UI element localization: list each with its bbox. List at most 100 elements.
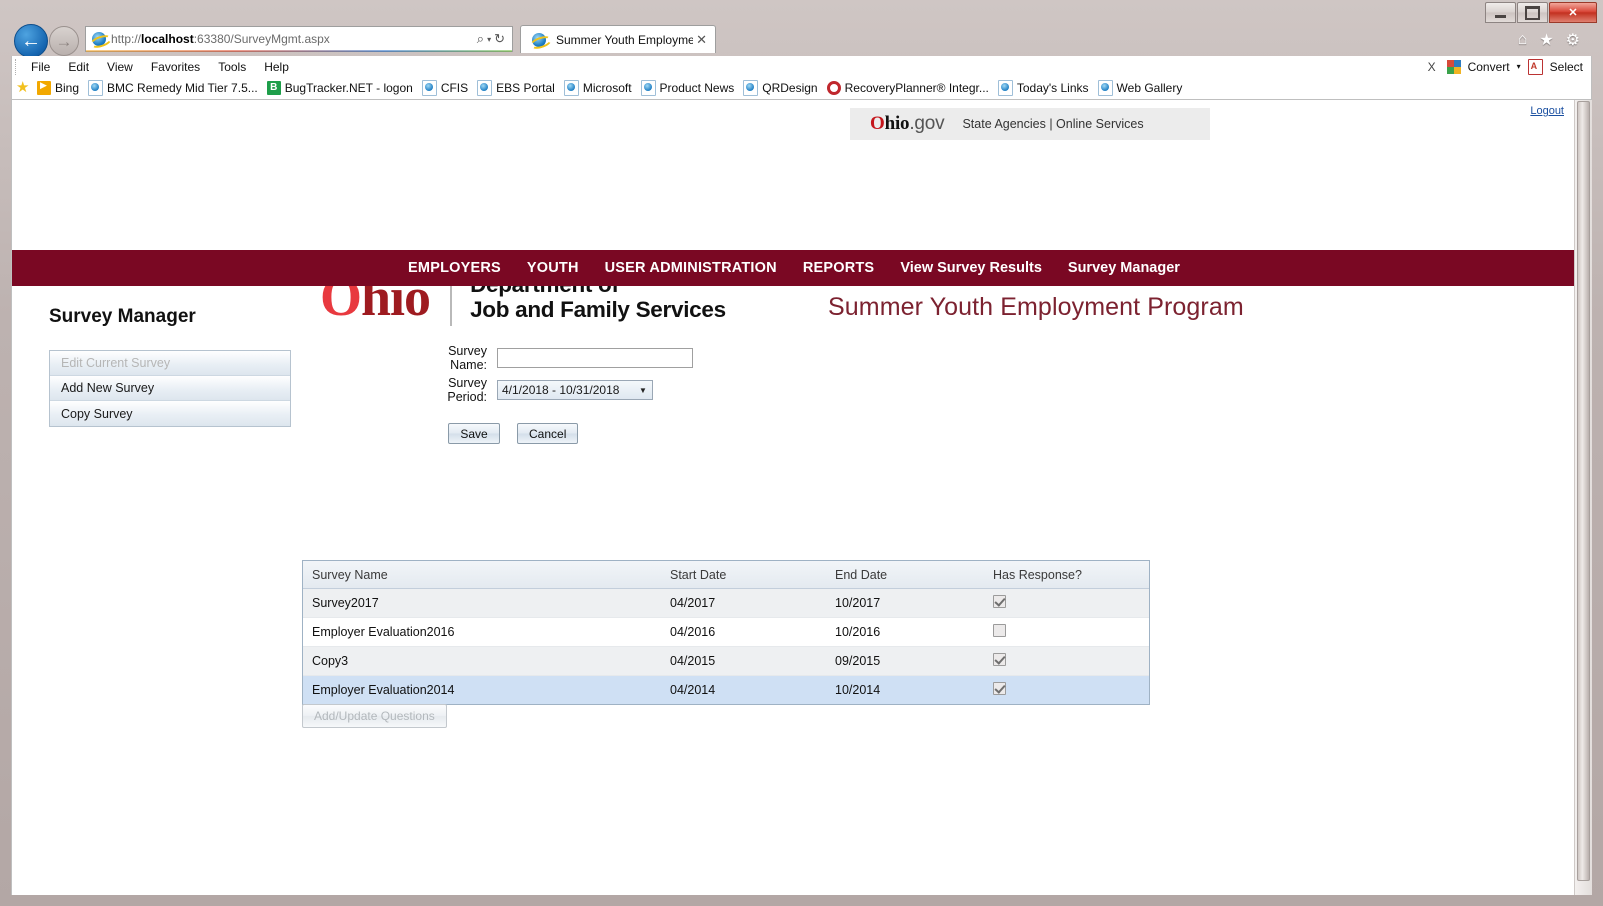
scrollbar-thumb[interactable]	[1577, 101, 1590, 881]
convert-icon	[1446, 59, 1461, 74]
favorite-microsoft[interactable]: Microsoft	[563, 80, 632, 96]
favorites-star-icon[interactable]: ★	[1539, 30, 1553, 50]
close-button[interactable]: ✕	[1549, 2, 1597, 23]
column-header-end-date[interactable]: End Date	[826, 561, 984, 589]
chevron-down-icon[interactable]: ▾	[487, 35, 491, 44]
menu-edit[interactable]: Edit	[59, 58, 98, 76]
sidebar-item-label: Copy Survey	[61, 406, 133, 421]
table-row[interactable]: Employer Evaluation2014 04/2014 10/2014	[303, 675, 1149, 704]
sidebar-item-add-new-survey[interactable]: Add New Survey	[50, 376, 290, 401]
survey-period-value: 4/1/2018 - 10/31/2018	[502, 383, 620, 397]
page-progress-underline	[86, 50, 512, 52]
save-button[interactable]: Save	[448, 423, 500, 444]
page-vertical-scrollbar[interactable]	[1574, 100, 1592, 895]
favorites-bar: ★ Bing BMC Remedy Mid Tier 7.5... B BugT…	[11, 77, 1592, 100]
cell-has-response	[984, 646, 1149, 676]
favorite-bing[interactable]: Bing	[37, 80, 79, 95]
favorite-bmc-remedy[interactable]: BMC Remedy Mid Tier 7.5...	[88, 80, 258, 96]
addon-close-icon[interactable]: X	[1424, 60, 1440, 74]
cell-start-date: 04/2016	[661, 617, 826, 647]
favorite-bugtracker[interactable]: B BugTracker.NET - logon	[266, 81, 413, 95]
favorite-cfis[interactable]: CFIS	[421, 80, 468, 96]
menu-grip	[15, 58, 22, 75]
tab-close-icon[interactable]: ✕	[693, 32, 710, 48]
add-update-questions-button: Add/Update Questions	[302, 704, 447, 728]
nav-employers[interactable]: EMPLOYERS	[395, 260, 514, 276]
has-response-checkbox	[993, 653, 1006, 666]
state-agencies-links[interactable]: State Agencies | Online Services	[962, 117, 1143, 131]
tab-favicon-icon	[532, 32, 546, 47]
column-header-has-response[interactable]: Has Response?	[984, 561, 1149, 589]
nav-user-administration[interactable]: USER ADMINISTRATION	[592, 260, 790, 276]
nav-survey-manager[interactable]: Survey Manager	[1055, 260, 1193, 276]
sidebar-item-label: Edit Current Survey	[61, 356, 171, 370]
favorite-product-news[interactable]: Product News	[640, 80, 734, 96]
recoveryplanner-icon	[826, 81, 841, 95]
page-title: Survey Manager	[49, 306, 196, 327]
nav-reports[interactable]: REPORTS	[790, 260, 888, 276]
survey-period-select[interactable]: 4/1/2018 - 10/31/2018 ▼	[497, 380, 653, 400]
convert-chevron-down-icon[interactable]: ▾	[1517, 62, 1521, 71]
favorite-qrdesign[interactable]: QRDesign	[743, 80, 818, 96]
bugtracker-icon: B	[266, 81, 281, 95]
chevron-down-icon[interactable]: ▼	[634, 381, 652, 399]
select-button[interactable]: Select	[1550, 60, 1583, 74]
minimize-button[interactable]	[1485, 2, 1516, 23]
menu-favorites[interactable]: Favorites	[142, 58, 209, 76]
cancel-button[interactable]: Cancel	[517, 423, 579, 444]
cell-start-date: 04/2017	[661, 588, 826, 618]
favorite-web-gallery[interactable]: Web Gallery	[1097, 80, 1182, 96]
ohio-gov-logo-o: O	[870, 113, 885, 134]
refresh-icon[interactable]: ↻	[494, 31, 505, 47]
favorite-todays-links[interactable]: Today's Links	[997, 80, 1089, 96]
survey-name-row: Survey Name:	[411, 344, 693, 372]
browser-command-icons: ⌂ ★ ⚙	[1518, 30, 1580, 50]
address-text: http://localhost:63380/SurveyMgmt.aspx	[111, 32, 330, 46]
address-bar[interactable]: http://localhost:63380/SurveyMgmt.aspx ⌕…	[85, 26, 513, 52]
table-row[interactable]: Survey2017 04/2017 10/2017	[303, 588, 1149, 618]
survey-period-row: Survey Period: 4/1/2018 - 10/31/2018 ▼	[411, 376, 693, 404]
menu-help[interactable]: Help	[255, 58, 298, 76]
window-controls: ✕	[1484, 2, 1597, 23]
survey-form: Survey Name: Survey Period: 4/1/2018 - 1…	[411, 344, 693, 444]
home-icon[interactable]: ⌂	[1518, 31, 1528, 49]
cell-start-date: 04/2015	[661, 646, 826, 676]
maximize-button[interactable]	[1517, 2, 1548, 23]
ohio-gov-logo[interactable]: Ohio.gov	[870, 113, 945, 135]
ie-page-icon	[477, 80, 493, 96]
nav-youth[interactable]: YOUTH	[514, 260, 592, 276]
cell-has-response	[984, 617, 1149, 647]
cell-survey-name: Survey2017	[303, 588, 661, 618]
forward-arrow-icon[interactable]: →	[49, 26, 79, 56]
cell-end-date: 10/2017	[826, 588, 984, 618]
menu-file[interactable]: File	[22, 58, 59, 76]
column-header-start-date[interactable]: Start Date	[661, 561, 826, 589]
table-row[interactable]: Copy3 04/2015 09/2015	[303, 646, 1149, 676]
logout-link[interactable]: Logout	[1530, 105, 1564, 117]
convert-button[interactable]: Convert	[1468, 60, 1510, 74]
favorite-recoveryplanner[interactable]: RecoveryPlanner® Integr...	[826, 81, 989, 95]
menu-view[interactable]: View	[98, 58, 142, 76]
browser-tab[interactable]: Summer Youth Employme... ✕	[520, 25, 716, 53]
back-arrow-icon[interactable]: ←	[14, 24, 48, 58]
favorite-ebs-portal[interactable]: EBS Portal	[477, 80, 555, 96]
add-to-favorites-icon[interactable]: ★	[16, 80, 31, 95]
ie-page-icon	[421, 80, 437, 96]
ie-page-icon	[640, 80, 656, 96]
favorite-label: BugTracker.NET - logon	[284, 81, 413, 95]
column-header-survey-name[interactable]: Survey Name	[303, 561, 661, 589]
ie-page-icon	[997, 80, 1013, 96]
sidebar-item-copy-survey[interactable]: Copy Survey	[50, 401, 290, 426]
nav-view-survey-results[interactable]: View Survey Results	[887, 260, 1055, 276]
addon-toolbar: X Convert ▾ Select	[1424, 58, 1591, 75]
survey-name-input[interactable]	[497, 348, 693, 368]
search-icon[interactable]: ⌕	[477, 31, 484, 47]
department-line2: Job and Family Services	[470, 297, 726, 322]
menu-tools[interactable]: Tools	[209, 58, 255, 76]
browser-navigation-bar: ← → http://localhost:63380/SurveyMgmt.as…	[11, 22, 1592, 58]
table-row[interactable]: Employer Evaluation2016 04/2016 10/2016	[303, 617, 1149, 647]
tools-gear-icon[interactable]: ⚙	[1566, 30, 1580, 50]
cell-end-date: 10/2014	[826, 675, 984, 704]
address-bar-icons: ⌕ ▾ ↻	[477, 31, 512, 47]
cell-end-date: 09/2015	[826, 646, 984, 676]
